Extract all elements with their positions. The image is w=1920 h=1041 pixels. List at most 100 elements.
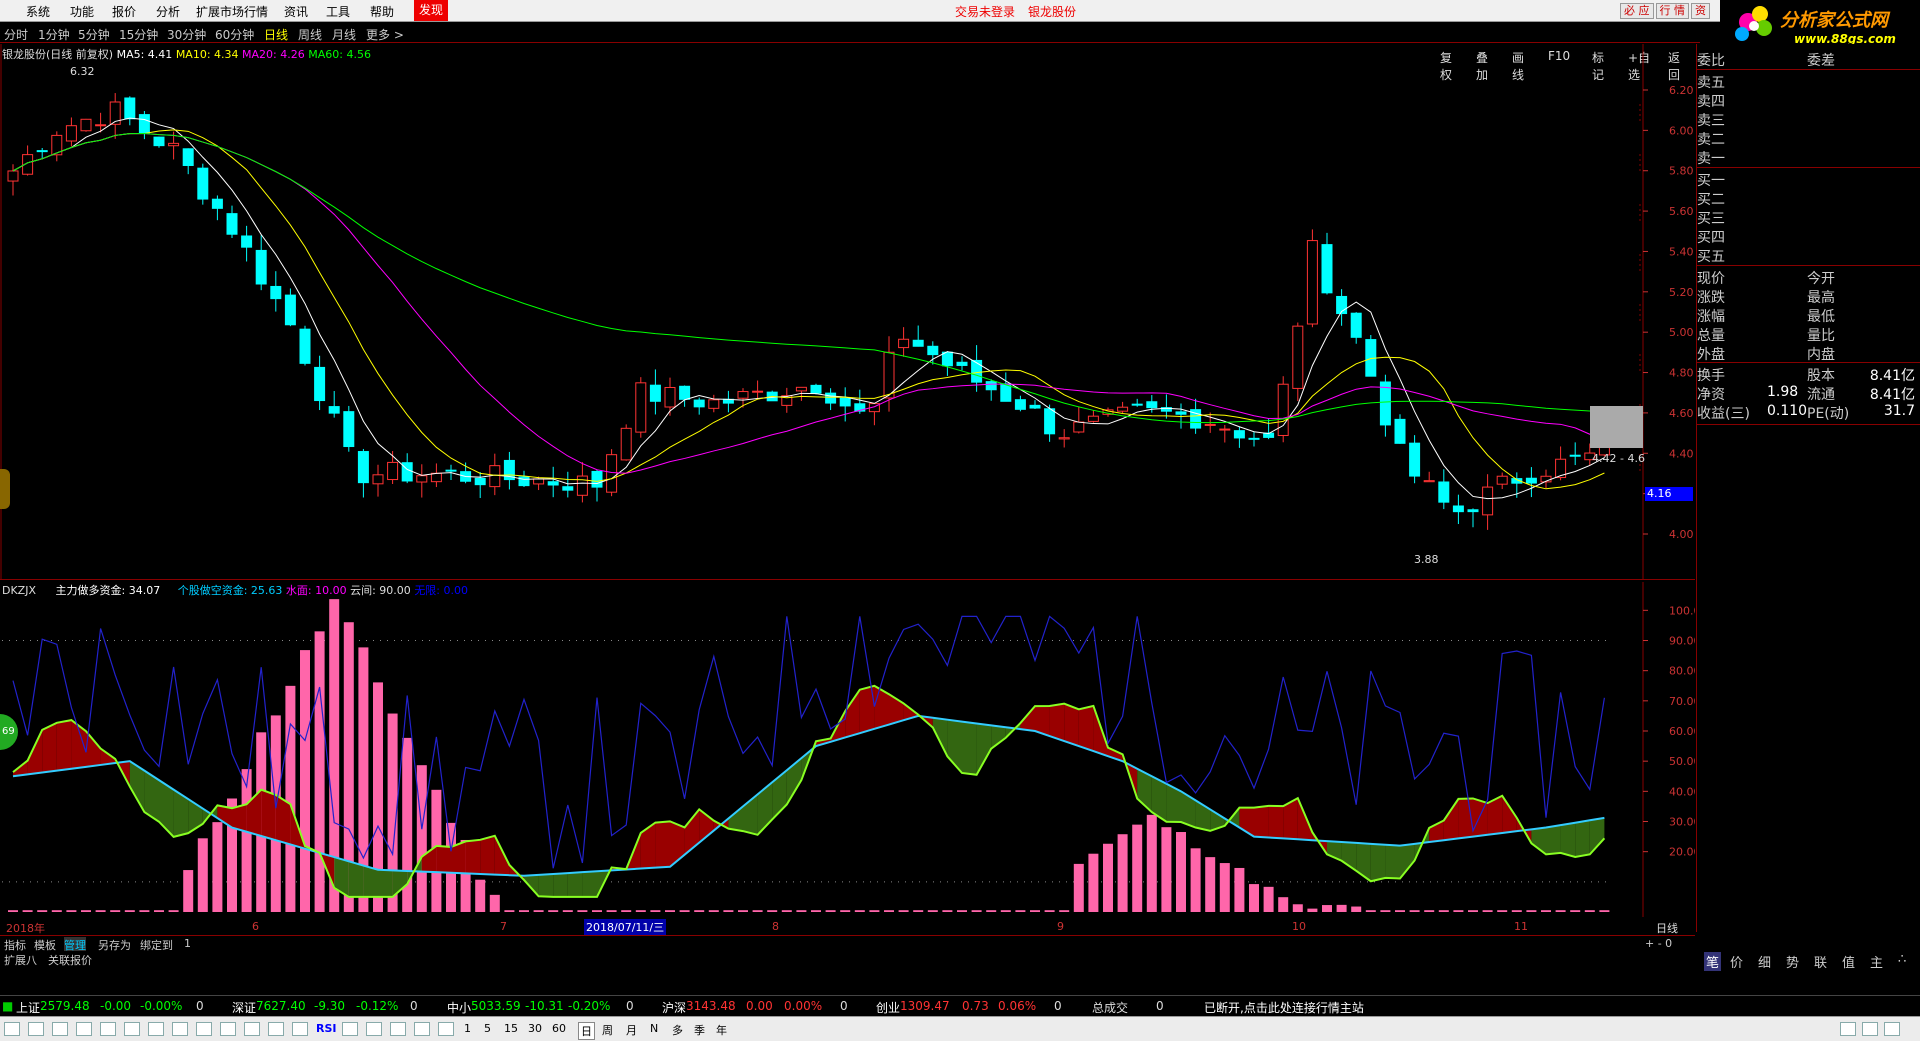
tab-hangqing[interactable]: 行 情 xyxy=(1655,3,1689,19)
wave-icon[interactable] xyxy=(292,1022,308,1036)
tab-one[interactable]: 1 xyxy=(184,937,191,950)
menu-item-analysis[interactable]: 分析 xyxy=(156,3,180,20)
arrow-up-icon[interactable] xyxy=(28,1022,44,1036)
table-icon[interactable] xyxy=(196,1022,212,1036)
user-icon[interactable] xyxy=(1884,1022,1900,1036)
tab-xi[interactable]: 细 xyxy=(1758,952,1771,971)
tab-ext-eight[interactable]: 扩展八 xyxy=(4,952,37,968)
bolt-icon[interactable] xyxy=(342,1022,358,1036)
line-chart-icon[interactable] xyxy=(124,1022,140,1036)
menu-item-ext-market[interactable]: 扩展市场行情 xyxy=(196,3,268,20)
period-15-button[interactable]: 15 xyxy=(504,1022,518,1035)
speaker-icon[interactable] xyxy=(1840,1022,1856,1036)
fill-band xyxy=(991,725,1006,749)
kline-svg[interactable]: 6.20 6.00 5.80 5.60 5.40 5.20 5.00 4.80 4.60 4.40… xyxy=(0,44,1695,580)
connection-status[interactable]: 已断开,点击此处连接行情主站 xyxy=(1204,999,1364,1016)
arrow-down-icon[interactable] xyxy=(52,1022,68,1036)
period-week-button[interactable]: 周 xyxy=(602,1022,613,1038)
tab-bi[interactable]: 笔 xyxy=(1704,952,1722,971)
formula-icon[interactable] xyxy=(244,1022,260,1036)
rsi-button[interactable]: RSI xyxy=(316,1022,337,1035)
pink-volume-bar xyxy=(489,894,500,912)
tab-jia[interactable]: 价 xyxy=(1730,952,1743,971)
tab-more[interactable]: ∴ xyxy=(1898,952,1906,967)
period-year-button[interactable]: 年 xyxy=(716,1022,727,1038)
plus-window-icon[interactable] xyxy=(438,1022,454,1036)
fill-band xyxy=(962,721,977,775)
pencil-icon[interactable] xyxy=(390,1022,406,1036)
tab-biying[interactable]: 必 应 xyxy=(1620,3,1654,19)
zoom-icon[interactable] xyxy=(268,1022,284,1036)
period-quarter-button[interactable]: 季 xyxy=(694,1022,705,1038)
period-30-button[interactable]: 30 xyxy=(528,1022,542,1035)
y-tick-label: 5.00 xyxy=(1669,326,1694,339)
tab-lian[interactable]: 联 xyxy=(1814,952,1827,971)
menu-item-quote[interactable]: 报价 xyxy=(112,3,136,20)
tab-shi[interactable]: 势 xyxy=(1786,952,1799,971)
period-month-button[interactable]: 月 xyxy=(626,1022,637,1038)
side-collapse-handle[interactable] xyxy=(0,469,10,509)
bar-chart-icon[interactable] xyxy=(148,1022,164,1036)
period-day-button[interactable]: 日 xyxy=(578,1022,595,1040)
menu-item-help[interactable]: 帮助 xyxy=(370,3,394,20)
fill-band xyxy=(378,869,393,897)
period-monthly[interactable]: 月线 xyxy=(332,26,356,43)
float-label: 流通 xyxy=(1807,387,1835,403)
period-30min[interactable]: 30分钟 xyxy=(167,26,206,43)
period-1-button[interactable]: 1 xyxy=(464,1022,471,1035)
fs-icon[interactable] xyxy=(414,1022,430,1036)
menu-item-function[interactable]: 功能 xyxy=(70,3,94,20)
info-icon[interactable] xyxy=(220,1022,236,1036)
period-n-button[interactable]: N xyxy=(650,1022,658,1035)
period-5min[interactable]: 5分钟 xyxy=(78,26,110,43)
indicator-svg[interactable]: 100.0 90.00 80.00 70.00 60.00 50.00 40.00 30.00… xyxy=(0,582,1701,917)
tab-related-quote[interactable]: 关联报价 xyxy=(48,952,92,968)
period-daily[interactable]: 日线 xyxy=(264,26,288,43)
panel-divider xyxy=(1697,424,1920,425)
arrow-left-icon[interactable] xyxy=(4,1022,20,1036)
period-60-button[interactable]: 60 xyxy=(552,1022,566,1035)
sell-level-2: 卖二 xyxy=(1697,129,1920,148)
menu-item-info[interactable]: 资讯 xyxy=(284,3,308,20)
candle-down xyxy=(270,285,282,300)
menu-item-system[interactable]: 系统 xyxy=(26,3,50,20)
candle-down xyxy=(825,392,837,404)
pink-volume-bar xyxy=(1059,910,1070,912)
tab-zhi[interactable]: 值 xyxy=(1842,952,1855,971)
menu-item-tools[interactable]: 工具 xyxy=(326,3,350,20)
grid-icon[interactable] xyxy=(100,1022,116,1036)
pink-volume-bar xyxy=(1555,910,1566,912)
price-box xyxy=(1590,406,1643,448)
lock-icon[interactable] xyxy=(1862,1022,1878,1036)
indicator-chart[interactable]: 100.0 90.00 80.00 70.00 60.00 50.00 40.00 30.00… xyxy=(0,582,1701,917)
fill-band xyxy=(363,865,378,897)
candle-up xyxy=(1482,486,1494,516)
y-tick-label: 4.60 xyxy=(1669,407,1694,420)
crosshair-icon[interactable] xyxy=(366,1022,382,1036)
period-15min[interactable]: 15分钟 xyxy=(119,26,158,43)
plus-minus-control[interactable]: + - 0 xyxy=(1645,937,1672,950)
discover-button[interactable]: 发现 xyxy=(414,0,449,21)
f10-icon[interactable] xyxy=(172,1022,188,1036)
cy-name: 创业 xyxy=(876,1001,901,1015)
zx-vol: 0 xyxy=(626,999,634,1013)
ind-y-tick-label: 50.00 xyxy=(1669,755,1695,768)
period-multi-button[interactable]: 多 xyxy=(672,1022,683,1038)
quote-panel-tabs: 笔 价 细 势 联 值 主 ∴ xyxy=(1696,952,1920,971)
index-bar[interactable]: ■ 上证 2579.48 -0.00 -0.00% 0 深证 7627.40 -… xyxy=(0,995,1920,1015)
period-5-button[interactable]: 5 xyxy=(484,1022,491,1035)
tab-zhu[interactable]: 主 xyxy=(1870,952,1883,971)
period-more[interactable]: 更多 > xyxy=(366,26,404,43)
pink-volume-bar xyxy=(1000,910,1011,912)
fin-turnover-row-mid: 股本 xyxy=(1807,368,1835,384)
period-60min[interactable]: 60分钟 xyxy=(215,26,254,43)
sz-name: 深证 xyxy=(232,1001,257,1015)
candle-up xyxy=(606,454,618,493)
kline-chart[interactable]: 6.20 6.00 5.80 5.60 5.40 5.20 5.00 4.80 4.60 4.40… xyxy=(0,44,1695,580)
pink-volume-bar xyxy=(1278,897,1289,912)
tab-zi[interactable]: 资 xyxy=(1691,3,1710,19)
period-weekly[interactable]: 周线 xyxy=(298,26,322,43)
arrow-right-icon[interactable] xyxy=(76,1022,92,1036)
period-fenshi[interactable]: 分时 xyxy=(4,26,28,43)
period-1min[interactable]: 1分钟 xyxy=(38,26,70,43)
